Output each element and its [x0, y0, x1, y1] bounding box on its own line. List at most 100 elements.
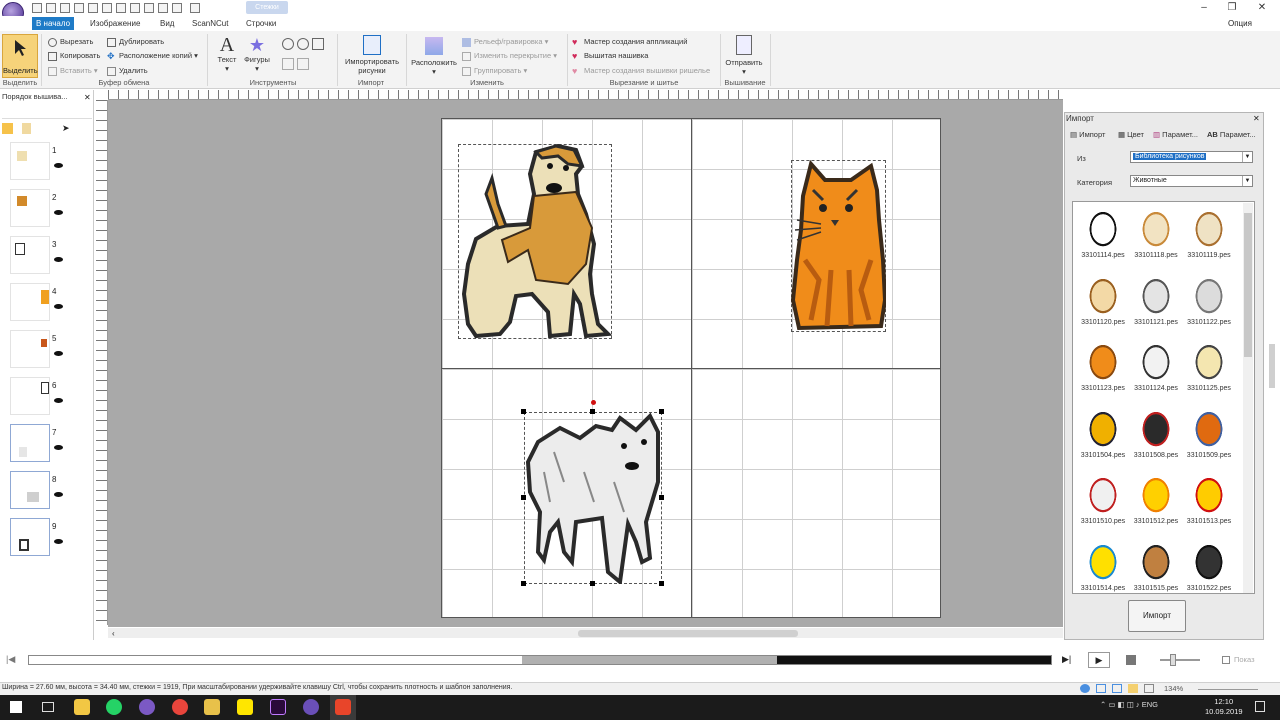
whatsapp-icon[interactable] [106, 699, 122, 715]
order-item-2[interactable] [10, 189, 50, 227]
orange-cat-design[interactable] [791, 160, 886, 332]
show-checkbox[interactable] [1222, 656, 1230, 664]
relief-engrave-button[interactable]: Рельеф/гравировка ▾ [462, 37, 548, 47]
pe-design-icon[interactable] [303, 699, 319, 715]
eye-icon[interactable] [54, 163, 63, 168]
order-item-7[interactable] [10, 424, 50, 462]
resize-handle-right[interactable] [659, 495, 664, 500]
resize-handle-top-left[interactable] [521, 409, 526, 414]
design-thumbnail[interactable]: 33101510.pes [1077, 470, 1129, 532]
tab-home[interactable]: В начало [32, 17, 75, 30]
import-panel-close-icon[interactable]: ✕ [1253, 114, 1260, 123]
store-icon[interactable] [74, 699, 90, 715]
change-overlap-button[interactable]: Изменить перекрытие ▾ [462, 51, 557, 61]
taskbar-active-app[interactable] [330, 695, 356, 720]
speed-slider-thumb[interactable] [1170, 654, 1176, 666]
view-mode-icon[interactable] [1112, 684, 1122, 693]
chrome-icon[interactable] [172, 699, 188, 715]
eye-icon[interactable] [54, 539, 63, 544]
design-thumbnail[interactable]: 33101123.pes [1077, 337, 1129, 399]
zoom-in-icon[interactable] [282, 38, 294, 50]
close-button[interactable]: ✕ [1248, 1, 1276, 15]
properties-icon[interactable] [144, 3, 154, 13]
grid-toggle-icon[interactable] [1144, 684, 1154, 693]
options-menu[interactable]: Опция [1228, 19, 1252, 28]
tab-color[interactable]: ▦ Цвет [1118, 130, 1144, 139]
minimize-button[interactable]: – [1190, 1, 1218, 15]
vertical-scrollbar[interactable] [1266, 112, 1278, 632]
eye-icon[interactable] [54, 492, 63, 497]
copy-button[interactable]: Копировать [48, 51, 100, 61]
resize-handle-bottom-left[interactable] [521, 581, 526, 586]
white-dog-design[interactable] [524, 412, 662, 584]
tab-image[interactable]: Изображение [86, 17, 144, 30]
import-designs-button[interactable]: Импортировать рисунки [340, 35, 404, 77]
viber-icon[interactable] [139, 699, 155, 715]
eye-icon[interactable] [54, 304, 63, 309]
resize-handle-left[interactable] [521, 495, 526, 500]
shapes-tool-button[interactable]: ★ Фигуры ▾ [243, 35, 271, 75]
sticky-notes-icon[interactable] [237, 699, 253, 715]
maximize-button[interactable]: ❐ [1218, 1, 1246, 15]
tab-import[interactable]: ▤ Импорт [1070, 130, 1105, 139]
resize-handle-bottom-right[interactable] [659, 581, 664, 586]
import-button[interactable]: Импорт [1128, 600, 1186, 632]
delete-button[interactable]: Удалить [107, 66, 148, 76]
design-thumbnail[interactable]: 33101114.pes [1077, 204, 1129, 266]
design-thumbnail[interactable]: 33101515.pes [1130, 537, 1182, 594]
design-thumbnail[interactable]: 33101509.pes [1183, 404, 1235, 466]
resize-handle-top[interactable] [590, 409, 595, 414]
preview-icon[interactable] [116, 3, 126, 13]
rotate-handle[interactable] [591, 400, 596, 405]
order-item-5[interactable] [10, 330, 50, 368]
design-thumbnail[interactable]: 33101118.pes [1130, 204, 1182, 266]
design-thumbnail[interactable]: 33101119.pes [1183, 204, 1235, 266]
design-thumbnail[interactable]: 33101122.pes [1183, 271, 1235, 333]
design-thumbnail[interactable]: 33101508.pes [1130, 404, 1182, 466]
premiere-icon[interactable] [270, 699, 286, 715]
terrier-dog-design[interactable] [458, 144, 612, 339]
cut-button[interactable]: Вырезать [48, 37, 93, 47]
redo-icon[interactable] [102, 3, 112, 13]
save-icon[interactable] [60, 3, 70, 13]
horizontal-scroll-thumb[interactable] [578, 630, 798, 637]
cutwork-wizard-button[interactable]: ♥ Мастер создания вышивки ришелье [572, 66, 710, 76]
design-thumbnail[interactable]: 33101512.pes [1130, 470, 1182, 532]
cursor-icon[interactable]: ➤ [62, 123, 70, 134]
view-mode-icon[interactable] [1080, 684, 1090, 693]
timeline-end-icon[interactable]: ▶| [1062, 654, 1071, 665]
order-item-4[interactable] [10, 283, 50, 321]
eye-icon[interactable] [54, 210, 63, 215]
arrange-copies-button[interactable]: ✥ Расположение копий ▾ [107, 51, 198, 61]
tab-view[interactable]: Вид [156, 17, 178, 30]
measure-tool-icon[interactable] [297, 58, 309, 70]
paste-button[interactable]: Вставить ▾ [48, 66, 98, 76]
duplicate-button[interactable]: Дублировать [107, 37, 164, 47]
resize-handle-bottom[interactable] [590, 581, 595, 586]
design-thumbnail[interactable]: 33101124.pes [1130, 337, 1182, 399]
open-file-icon[interactable] [46, 3, 56, 13]
stitch-simulator-icon[interactable] [190, 3, 200, 13]
thumbnail-scroll-thumb[interactable] [1244, 213, 1252, 357]
view-mode-icon[interactable] [1096, 684, 1106, 693]
zoom-fit-icon[interactable] [312, 38, 324, 50]
thumbnail-scrollbar[interactable] [1243, 203, 1253, 593]
design-thumbnail[interactable]: 33101125.pes [1183, 337, 1235, 399]
task-view-icon[interactable] [42, 702, 54, 712]
tab-scanncut[interactable]: ScanNCut [188, 17, 232, 30]
print-icon[interactable] [74, 3, 84, 13]
order-item-9[interactable] [10, 518, 50, 556]
category-dropdown[interactable]: Животные ▼ [1130, 175, 1253, 187]
design-thumbnail[interactable]: 33101121.pes [1130, 271, 1182, 333]
panel-close-icon[interactable]: ✕ [84, 93, 91, 102]
group-button[interactable]: Группировать ▾ [462, 66, 527, 76]
vertical-scroll-thumb[interactable] [1269, 344, 1275, 388]
tab-parameters-2[interactable]: AB Парамет... [1207, 130, 1256, 139]
timeline-start-icon[interactable]: |◀ [6, 654, 15, 665]
zoom-out-icon[interactable] [297, 38, 309, 50]
realistic-view-icon[interactable] [130, 3, 140, 13]
design-thumbnail[interactable]: 33101514.pes [1077, 537, 1129, 594]
order-item-6[interactable] [10, 377, 50, 415]
windows-start-icon[interactable] [10, 701, 22, 713]
tab-stitches[interactable]: Строчки [242, 17, 280, 30]
